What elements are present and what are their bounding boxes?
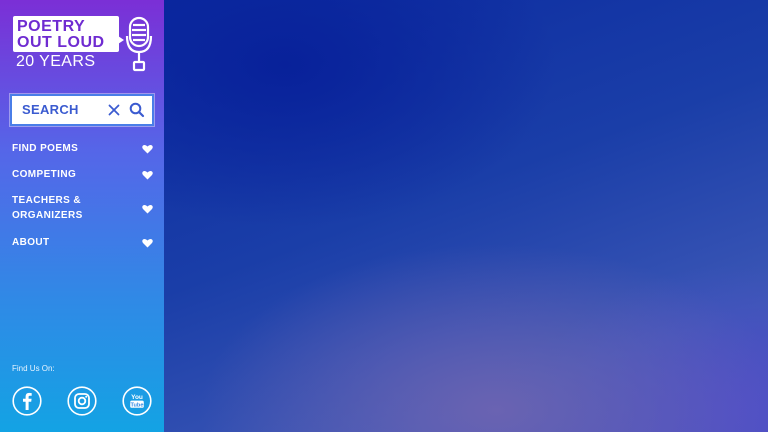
nav-label: TEACHERS & ORGANIZERS bbox=[12, 195, 83, 221]
microphone-icon bbox=[125, 16, 153, 72]
search-input[interactable]: SEARCH bbox=[22, 102, 79, 117]
heart-caret-icon[interactable] bbox=[142, 204, 153, 214]
nav-item-competing[interactable]: COMPETING bbox=[12, 167, 154, 182]
logo-years: 20 YEARS bbox=[16, 53, 96, 70]
heart-caret-icon[interactable] bbox=[142, 238, 153, 248]
nav-label: COMPETING bbox=[12, 169, 77, 180]
close-icon[interactable] bbox=[106, 102, 122, 118]
instagram-icon[interactable] bbox=[67, 386, 97, 416]
nav-item-about[interactable]: ABOUT bbox=[12, 235, 154, 250]
nav-item-teachers-organizers[interactable]: TEACHERS & ORGANIZERS bbox=[12, 193, 154, 223]
nav-item-find-poems[interactable]: FIND POEMS bbox=[12, 141, 154, 156]
logo-line-1: POETRY bbox=[17, 18, 86, 35]
heart-caret-icon[interactable] bbox=[142, 144, 153, 154]
svg-text:You: You bbox=[131, 394, 143, 401]
nav-label: ABOUT bbox=[12, 237, 50, 248]
svg-text:Tube: Tube bbox=[131, 402, 144, 408]
facebook-icon[interactable] bbox=[12, 386, 42, 416]
find-us-label: Find Us On: bbox=[12, 364, 55, 373]
search-box[interactable]: SEARCH bbox=[10, 94, 154, 126]
youtube-icon[interactable]: You Tube bbox=[122, 386, 152, 416]
logo-speech-bubble: POETRY OUT LOUD bbox=[13, 16, 119, 52]
search-icon[interactable] bbox=[128, 101, 146, 119]
logo-line-2: OUT LOUD bbox=[17, 34, 105, 51]
hero-background bbox=[164, 0, 768, 432]
nav-label: FIND POEMS bbox=[12, 143, 79, 154]
sidebar: POETRY OUT LOUD 20 YEARS SEARCH FIND POE… bbox=[0, 0, 164, 432]
poetry-out-loud-logo[interactable]: POETRY OUT LOUD 20 YEARS bbox=[11, 16, 156, 72]
heart-caret-icon[interactable] bbox=[142, 170, 153, 180]
